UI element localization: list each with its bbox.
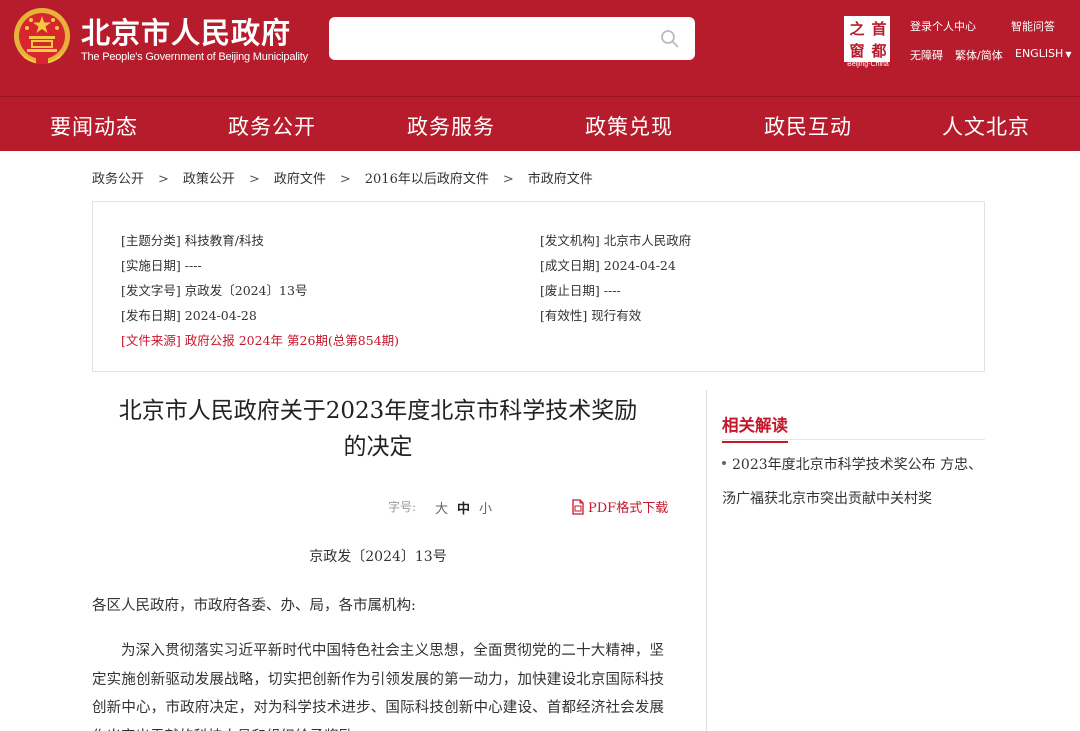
national-emblem-icon[interactable] [12, 6, 72, 68]
breadcrumb-item[interactable]: 政策公开 [183, 172, 235, 187]
login-link[interactable]: 登录个人中心 [910, 18, 976, 34]
meta-validity: [有效性] 现行有效 [540, 305, 641, 324]
bullet-icon [722, 461, 726, 465]
capital-logo-char: 首 [871, 20, 887, 38]
document-addressee: 各区人民政府，市政府各委、办、局，各市属机构: [92, 598, 416, 614]
capital-logo-caption: Beijing-China [847, 61, 889, 68]
capital-logo-char: 窗 [849, 42, 865, 60]
meta-label: [实施日期] [121, 258, 181, 273]
article-paragraph: 为深入贯彻落实习近平新时代中国特色社会主义思想，全面贯彻党的二十大精神，坚定实施… [92, 643, 664, 731]
search-icon[interactable] [659, 28, 681, 50]
font-size-label: 字号: [388, 500, 417, 514]
meta-written-date: [成文日期] 2024-04-24 [540, 255, 676, 274]
meta-value: ---- [184, 258, 202, 273]
meta-value: ---- [603, 283, 621, 298]
nav-item-policy-fulfillment[interactable]: 政策兑现 [585, 111, 673, 141]
meta-value: 现行有效 [591, 308, 642, 323]
meta-label: [发文字号] [121, 283, 181, 298]
meta-label: [文件来源] [121, 333, 181, 348]
english-link[interactable]: ENGLISH ▼ [1015, 47, 1072, 60]
breadcrumb: 政务公开 > 政策公开 > 政府文件 >2016年以后政府文件 > 市政府文件 [92, 168, 593, 187]
search-box [329, 17, 695, 60]
meta-value: 科技教育/科技 [184, 233, 264, 248]
meta-effective-date: [实施日期] ---- [121, 255, 202, 274]
meta-label: [主题分类] [121, 233, 181, 248]
font-size-small-button[interactable]: 小 [479, 498, 492, 517]
trad-simplified-toggle[interactable]: 繁体/简体 [955, 47, 1003, 63]
site-name-en[interactable]: The People's Government of Beijing Munic… [81, 51, 308, 63]
nav-item-gov-affairs-open[interactable]: 政务公开 [228, 111, 316, 141]
meta-issuing-agency: [发文机构] 北京市人民政府 [540, 230, 691, 249]
meta-publish-date: [发布日期] 2024-04-28 [121, 305, 257, 324]
font-size-medium-button[interactable]: 中 [457, 498, 470, 517]
breadcrumb-item[interactable]: 2016年以后政府文件 [365, 172, 489, 187]
breadcrumb-item[interactable]: 政府文件 [274, 172, 326, 187]
meta-label: [发布日期] [121, 308, 181, 323]
meta-value: 京政发〔2024〕13号 [184, 283, 308, 298]
nav-item-news[interactable]: 要闻动态 [50, 111, 138, 141]
meta-value: 2024-04-24 [603, 258, 676, 273]
breadcrumb-separator: > [248, 172, 260, 187]
font-size-large-button[interactable]: 大 [435, 498, 448, 517]
article-title-line: 的决定 [343, 434, 413, 460]
nav-item-interaction[interactable]: 政民互动 [764, 111, 852, 141]
capital-window-logo[interactable]: 之 首 窗 都 Beijing-China [844, 16, 892, 70]
breadcrumb-separator: > [158, 172, 169, 187]
breadcrumb-item[interactable]: 市政府文件 [528, 172, 593, 187]
smart-qa-link[interactable]: 智能问答 [1011, 18, 1055, 34]
pdf-download-label: PDF格式下载 [588, 501, 669, 516]
site-name-cn[interactable]: 北京市人民政府 [81, 10, 291, 52]
english-label: ENGLISH [1015, 47, 1064, 60]
meta-label: [发文机构] [540, 233, 600, 248]
related-interpretation-link[interactable]: 2023年度北京市科学技术奖公布 方忠、汤广福获北京市突出贡献中关村奖 [722, 448, 984, 516]
document-number: 京政发〔2024〕13号 [309, 549, 447, 565]
meta-doc-number: [发文字号] 京政发〔2024〕13号 [121, 280, 307, 299]
meta-label: [有效性] [540, 308, 588, 323]
article-title-line: 北京市人民政府关于2023年度北京市科学技术奖励 [118, 398, 638, 424]
meta-value: 2024-04-28 [184, 308, 257, 323]
breadcrumb-item[interactable]: 政务公开 [92, 172, 144, 187]
capital-window-logo-box: 之 首 窗 都 [844, 16, 890, 62]
meta-value: 政府公报 2024年 第26期(总第854期) [184, 333, 400, 348]
meta-label: [废止日期] [540, 283, 600, 298]
capital-logo-char: 之 [849, 20, 865, 38]
related-link-text: 2023年度北京市科学技术奖公布 方忠、汤广福获北京市突出贡献中关村奖 [722, 457, 983, 507]
pdf-download-link[interactable]: PDF格式下载 [571, 497, 668, 516]
breadcrumb-separator: > [502, 172, 514, 187]
main-nav: 要闻动态 政务公开 政务服务 政策兑现 政民互动 人文北京 [0, 96, 1080, 151]
article-title: 北京市人民政府关于2023年度北京市科学技术奖励 的决定 [92, 393, 664, 465]
accessibility-link[interactable]: 无障碍 [910, 47, 943, 63]
nav-item-culture[interactable]: 人文北京 [942, 111, 1030, 141]
search-input[interactable] [329, 17, 649, 60]
header-bar: 北京市人民政府 The People's Government of Beiji… [0, 0, 1080, 96]
related-interpretation-heading: 相关解读 [722, 412, 788, 443]
pdf-file-icon [572, 499, 584, 515]
meta-value: 北京市人民政府 [603, 233, 692, 248]
capital-logo-char: 都 [871, 42, 887, 60]
column-divider [706, 390, 707, 731]
meta-repeal-date: [废止日期] ---- [540, 280, 621, 299]
meta-topic: [主题分类] 科技教育/科技 [121, 230, 264, 249]
chevron-down-icon: ▼ [1065, 50, 1072, 59]
meta-source-link[interactable]: [文件来源] 政府公报 2024年 第26期(总第854期) [121, 330, 399, 349]
breadcrumb-separator: > [339, 172, 351, 187]
meta-label: [成文日期] [540, 258, 600, 273]
nav-item-gov-services[interactable]: 政务服务 [407, 111, 495, 141]
document-meta-box: [主题分类] 科技教育/科技 [实施日期] ---- [发文字号] 京政发〔20… [92, 201, 985, 372]
